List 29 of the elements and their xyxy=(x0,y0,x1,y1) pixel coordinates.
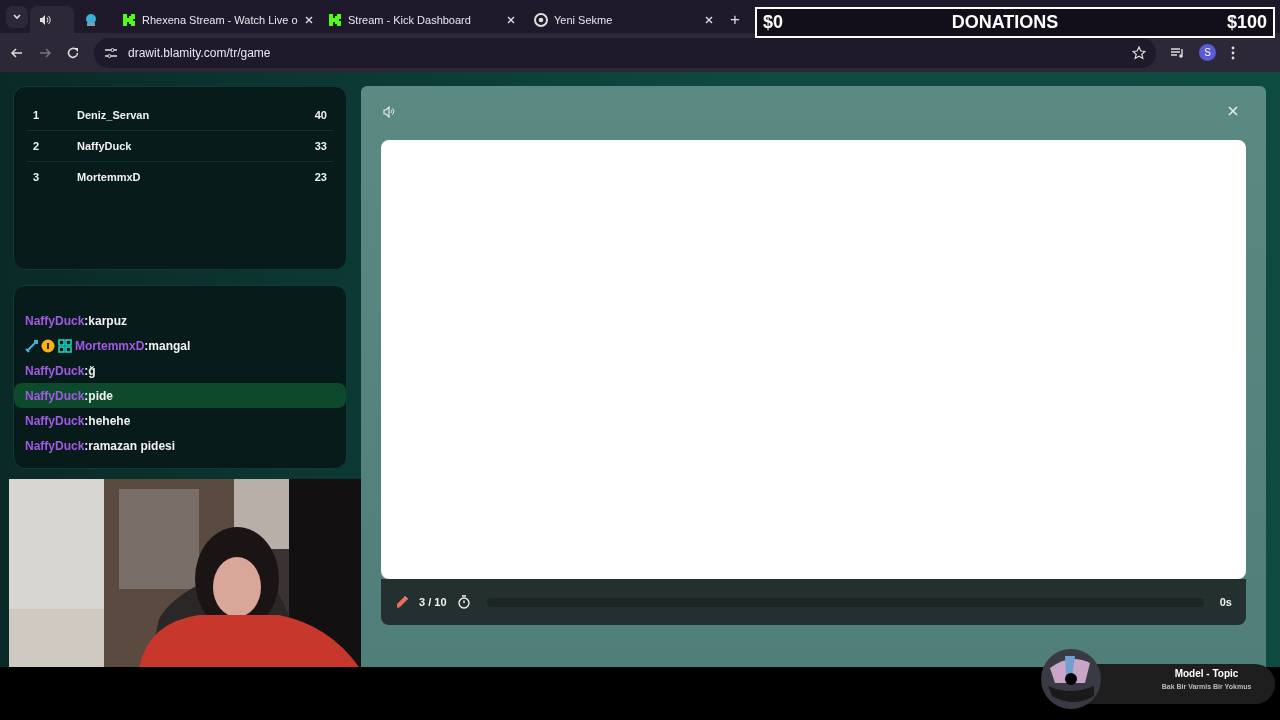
tab-title: Rhexena Stream - Watch Live o xyxy=(142,13,298,26)
chat-message: MortemmxD:mangal xyxy=(75,338,191,353)
player-name: MortemmxD xyxy=(77,171,142,183)
donation-title: DONATIONS xyxy=(951,12,1059,33)
rank-number: 3 xyxy=(32,171,41,183)
new-tab-button[interactable]: + xyxy=(724,3,748,30)
player-score: 23 xyxy=(314,171,328,183)
tab-title: Stream - Kick Dashboard xyxy=(348,13,472,26)
player-name: Deniz_Servan xyxy=(77,109,151,121)
profile-avatar[interactable]: S xyxy=(1199,44,1216,61)
player-score: 40 xyxy=(314,109,328,121)
player-score: 33 xyxy=(314,140,328,152)
browser-tab[interactable]: Yeni Sekme xyxy=(526,6,722,33)
goal-target-amount: $100 xyxy=(1226,12,1267,33)
chat-message: NaffyDuck:hehehe xyxy=(25,413,131,428)
goal-start-amount: $0 xyxy=(763,12,784,33)
track-artist: Model - Topic xyxy=(1174,668,1239,679)
browser-tab[interactable]: Stream - Kick Dashboard xyxy=(320,6,524,33)
browser-tab[interactable]: Rhexena Stream - Watch Live o xyxy=(114,6,318,33)
time-remaining: 0s xyxy=(1219,596,1232,608)
chat-message: NaffyDuck:ğ xyxy=(25,363,96,378)
chat-message: NaffyDuck:pide xyxy=(25,388,114,403)
round-counter: 3 / 10 xyxy=(419,596,447,608)
rank-number: 2 xyxy=(32,140,41,152)
chat-message: NaffyDuck:ramazan pidesi xyxy=(25,438,176,453)
rank-number: 1 xyxy=(32,109,41,121)
tab-title: Yeni Sekme xyxy=(554,13,614,26)
chat-message: NaffyDuck:karpuz xyxy=(25,313,128,328)
player-name: NaffyDuck xyxy=(77,140,133,152)
